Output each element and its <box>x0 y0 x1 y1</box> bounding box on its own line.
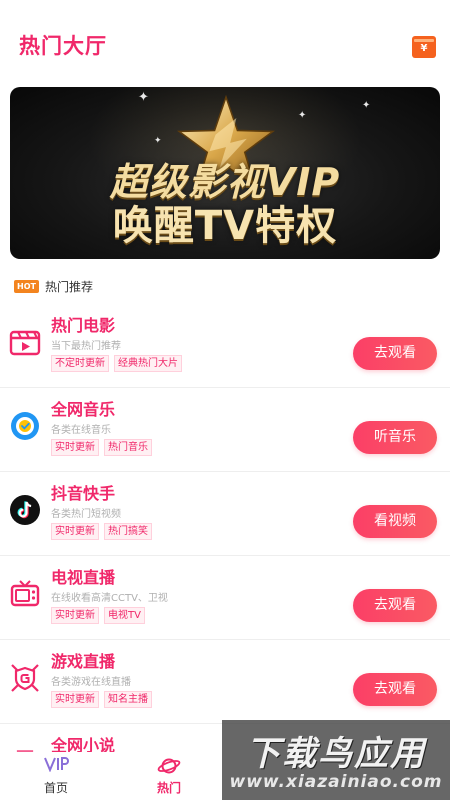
tag: 实时更新 <box>51 607 99 624</box>
item-desc: 各类在线音乐 <box>51 425 111 436</box>
sparkle-icon: ✦ <box>362 100 371 111</box>
tag: 热门音乐 <box>104 439 152 456</box>
game-shield-icon <box>11 664 39 692</box>
section-header: HOT 热门推荐 <box>14 278 93 294</box>
item-desc: 当下最热门推荐 <box>51 341 121 352</box>
watermark-line-1: 下载鸟应用 <box>246 734 426 774</box>
hot-badge: HOT <box>14 279 39 293</box>
item-name: 热门电影 <box>51 316 116 335</box>
item-tags: 实时更新 热门音乐 <box>51 439 157 456</box>
tag: 实时更新 <box>51 439 99 456</box>
item-desc: 各类热门短视频 <box>51 509 121 520</box>
item-tags: 实时更新 知名主播 <box>51 691 157 708</box>
banner-line-2: 唤醒TV特权 <box>112 203 338 249</box>
wallet-icon[interactable]: ¥ <box>412 36 436 58</box>
tab-home[interactable]: 首页 <box>21 756 91 800</box>
watermark: 下载鸟应用 www.xiazainiao.com <box>222 720 450 800</box>
item-desc: 在线收看高清CCTV、卫视 <box>51 593 168 604</box>
list-item-movies[interactable]: 热门电影 当下最热门推荐 不定时更新 经典热门大片 去观看 <box>0 304 450 388</box>
watch-button[interactable]: 去观看 <box>353 589 437 622</box>
tag: 不定时更新 <box>51 355 109 372</box>
sparkle-icon: ✦ <box>154 136 162 146</box>
item-name: 全网音乐 <box>51 400 116 419</box>
item-tags: 实时更新 热门搞笑 <box>51 523 157 540</box>
tag: 实时更新 <box>51 691 99 708</box>
tag: 热门搞笑 <box>104 523 152 540</box>
vip-banner[interactable]: ✦ ✦ ✦ ✦ 超级影视VIP 唤醒TV特权 <box>10 87 440 259</box>
tab-hot[interactable]: 热门 <box>134 756 204 800</box>
tag: 知名主播 <box>104 691 152 708</box>
movie-clapper-icon <box>9 330 41 356</box>
planet-icon <box>134 756 204 776</box>
item-name: 抖音快手 <box>51 484 116 503</box>
sparkle-icon: ✦ <box>138 90 149 105</box>
watch-button[interactable]: 去观看 <box>353 673 437 706</box>
watermark-line-2: www.xiazainiao.com <box>229 772 443 792</box>
section-title: 热门推荐 <box>44 279 93 294</box>
tv-icon <box>10 580 40 607</box>
item-tags: 不定时更新 经典热门大片 <box>51 355 187 372</box>
watch-button[interactable]: 去观看 <box>353 337 437 370</box>
listen-button[interactable]: 听音乐 <box>353 421 437 454</box>
item-desc: 各类游戏在线直播 <box>51 677 131 688</box>
item-name: 电视直播 <box>51 568 116 587</box>
tag: 实时更新 <box>51 523 99 540</box>
page-title: 热门大厅 <box>19 34 107 58</box>
list-item-music[interactable]: 全网音乐 各类在线音乐 实时更新 热门音乐 听音乐 <box>0 388 450 472</box>
wallet-symbol: ¥ <box>420 43 428 54</box>
tag: 电视TV <box>104 607 145 624</box>
tag: 经典热门大片 <box>114 355 182 372</box>
list-item-tv[interactable]: 电视直播 在线收看高清CCTV、卫视 实时更新 电视TV 去观看 <box>0 556 450 640</box>
item-tags: 实时更新 电视TV <box>51 607 150 624</box>
vip-icon <box>21 756 91 776</box>
app-header: 热门大厅 ¥ <box>0 0 450 84</box>
tiktok-icon <box>10 495 40 525</box>
tab-label: 首页 <box>43 781 68 795</box>
watch-video-button[interactable]: 看视频 <box>353 505 437 538</box>
list-item-short-video[interactable]: 抖音快手 各类热门短视频 实时更新 热门搞笑 看视频 <box>0 472 450 556</box>
music-disc-icon <box>11 412 39 440</box>
sparkle-icon: ✦ <box>298 110 307 121</box>
item-name: 游戏直播 <box>51 652 116 671</box>
list-item-game-live[interactable]: 游戏直播 各类游戏在线直播 实时更新 知名主播 去观看 <box>0 640 450 724</box>
tab-label: 热门 <box>156 781 181 795</box>
